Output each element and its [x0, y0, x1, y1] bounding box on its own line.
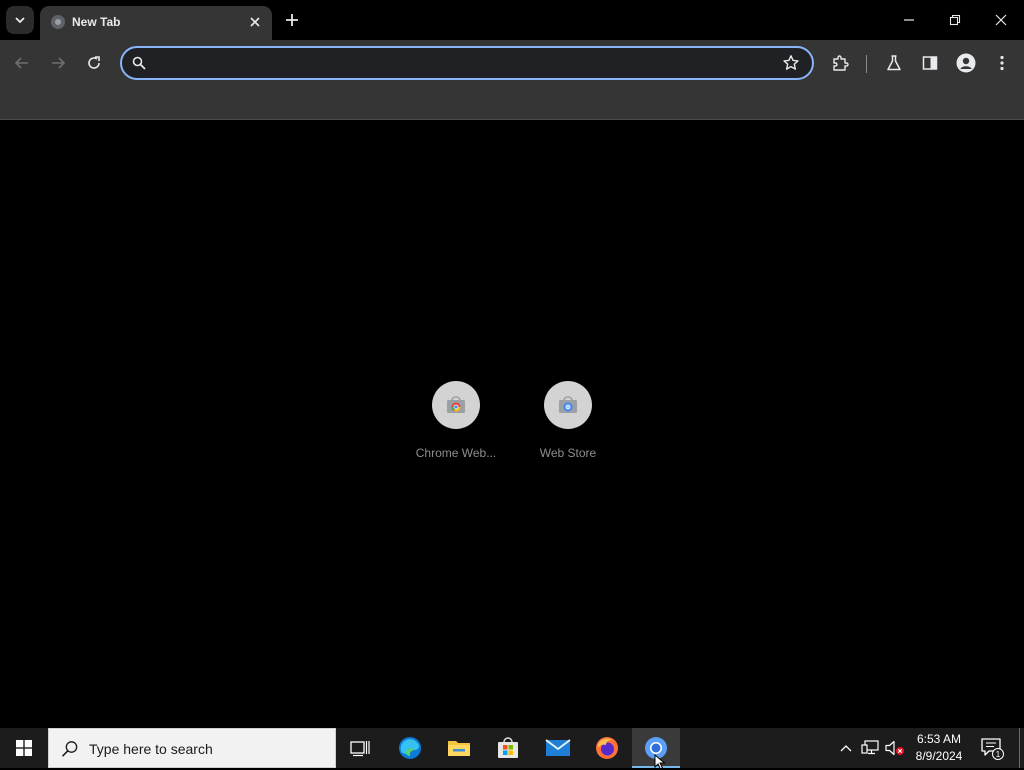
- shortcut-label: Chrome Web...: [415, 446, 497, 460]
- taskbar-app-mail[interactable]: [534, 728, 582, 768]
- show-hidden-icons-button[interactable]: [836, 738, 856, 758]
- taskbar-search-box[interactable]: Type here to search: [48, 728, 336, 768]
- more-vertical-icon: [1000, 55, 1004, 71]
- address-bar[interactable]: [120, 46, 814, 80]
- clock-date: 8/9/2024: [915, 749, 963, 763]
- chrome-favicon-icon: [51, 15, 65, 29]
- windows-taskbar: Type here to search 6:53 AM 8/9/2024 1: [0, 728, 1024, 768]
- flask-icon: [887, 55, 901, 71]
- shortcut-web-store[interactable]: Web Store: [516, 377, 620, 467]
- taskbar-app-microsoft-store[interactable]: [484, 728, 532, 768]
- reload-button[interactable]: [80, 49, 108, 77]
- plus-icon: [286, 14, 298, 26]
- chevron-up-icon: [840, 745, 852, 752]
- menu-button[interactable]: [988, 49, 1016, 77]
- profile-button[interactable]: [952, 49, 980, 77]
- new-tab-page: Chrome Web... Web Store: [0, 121, 1024, 728]
- tab-search-button[interactable]: [6, 6, 34, 34]
- show-desktop-button[interactable]: [1019, 728, 1020, 768]
- chrome-web-store-icon: [447, 396, 465, 413]
- bookmarks-bar: [0, 86, 1024, 120]
- shortcut-icon-container: [432, 381, 480, 429]
- web-store-icon: [559, 396, 577, 413]
- store-bag-icon: [498, 737, 518, 758]
- clock-time: 6:53 AM: [916, 732, 962, 746]
- arrow-right-icon: [52, 57, 66, 69]
- avatar-icon: [956, 53, 976, 73]
- arrow-left-icon: [14, 57, 28, 69]
- system-clock[interactable]: 6:53 AM 8/9/2024: [906, 731, 972, 765]
- firefox-icon: [596, 737, 618, 759]
- taskbar-app-edge[interactable]: [386, 728, 434, 768]
- close-icon: [250, 17, 260, 27]
- restore-icon: [949, 14, 961, 26]
- start-button[interactable]: [0, 728, 48, 768]
- task-view-icon: [350, 741, 370, 757]
- mail-icon: [545, 739, 571, 756]
- back-button[interactable]: [8, 49, 36, 77]
- address-input[interactable]: [156, 52, 766, 74]
- folder-icon: [448, 741, 470, 756]
- tab-new-tab[interactable]: New Tab: [40, 6, 272, 40]
- search-icon: [61, 741, 78, 757]
- volume-muted-icon: [885, 740, 904, 756]
- network-tray-button[interactable]: [860, 738, 880, 758]
- tab-strip: New Tab: [0, 0, 1024, 40]
- action-center-button[interactable]: 1: [980, 736, 1004, 760]
- network-icon: [861, 740, 879, 755]
- windows-logo-icon: [16, 740, 32, 756]
- close-icon: [995, 14, 1007, 26]
- minimize-icon: [904, 19, 914, 21]
- side-panel-button[interactable]: [916, 49, 944, 77]
- new-tab-button[interactable]: [280, 8, 304, 32]
- reload-icon: [88, 56, 100, 69]
- labs-button[interactable]: [880, 49, 908, 77]
- minimize-button[interactable]: [886, 0, 932, 40]
- puzzle-icon: [833, 55, 849, 71]
- edge-icon: [399, 737, 421, 759]
- taskbar-app-file-explorer[interactable]: [435, 728, 483, 768]
- taskbar-search-placeholder: Type here to search: [89, 741, 213, 757]
- volume-tray-button[interactable]: [885, 738, 905, 758]
- restore-button[interactable]: [932, 0, 978, 40]
- toolbar-separator: [866, 55, 867, 73]
- extensions-button[interactable]: [826, 49, 854, 77]
- taskbar-app-firefox[interactable]: [583, 728, 631, 768]
- tab-close-button[interactable]: [246, 13, 264, 31]
- bookmark-star-icon[interactable]: [782, 54, 800, 72]
- notification-icon: 1: [981, 738, 1004, 760]
- close-window-button[interactable]: [978, 0, 1024, 40]
- chevron-down-icon: [15, 17, 25, 24]
- shortcut-icon-container: [544, 381, 592, 429]
- browser-toolbar: [0, 40, 1024, 86]
- search-icon: [132, 56, 146, 70]
- shortcut-label: Web Store: [539, 446, 597, 460]
- side-panel-icon: [922, 56, 938, 70]
- task-view-button[interactable]: [336, 728, 384, 768]
- notification-count: 1: [996, 750, 1001, 759]
- forward-button[interactable]: [44, 49, 72, 77]
- tab-title: New Tab: [72, 15, 121, 29]
- shortcut-chrome-web-store[interactable]: Chrome Web...: [404, 377, 508, 467]
